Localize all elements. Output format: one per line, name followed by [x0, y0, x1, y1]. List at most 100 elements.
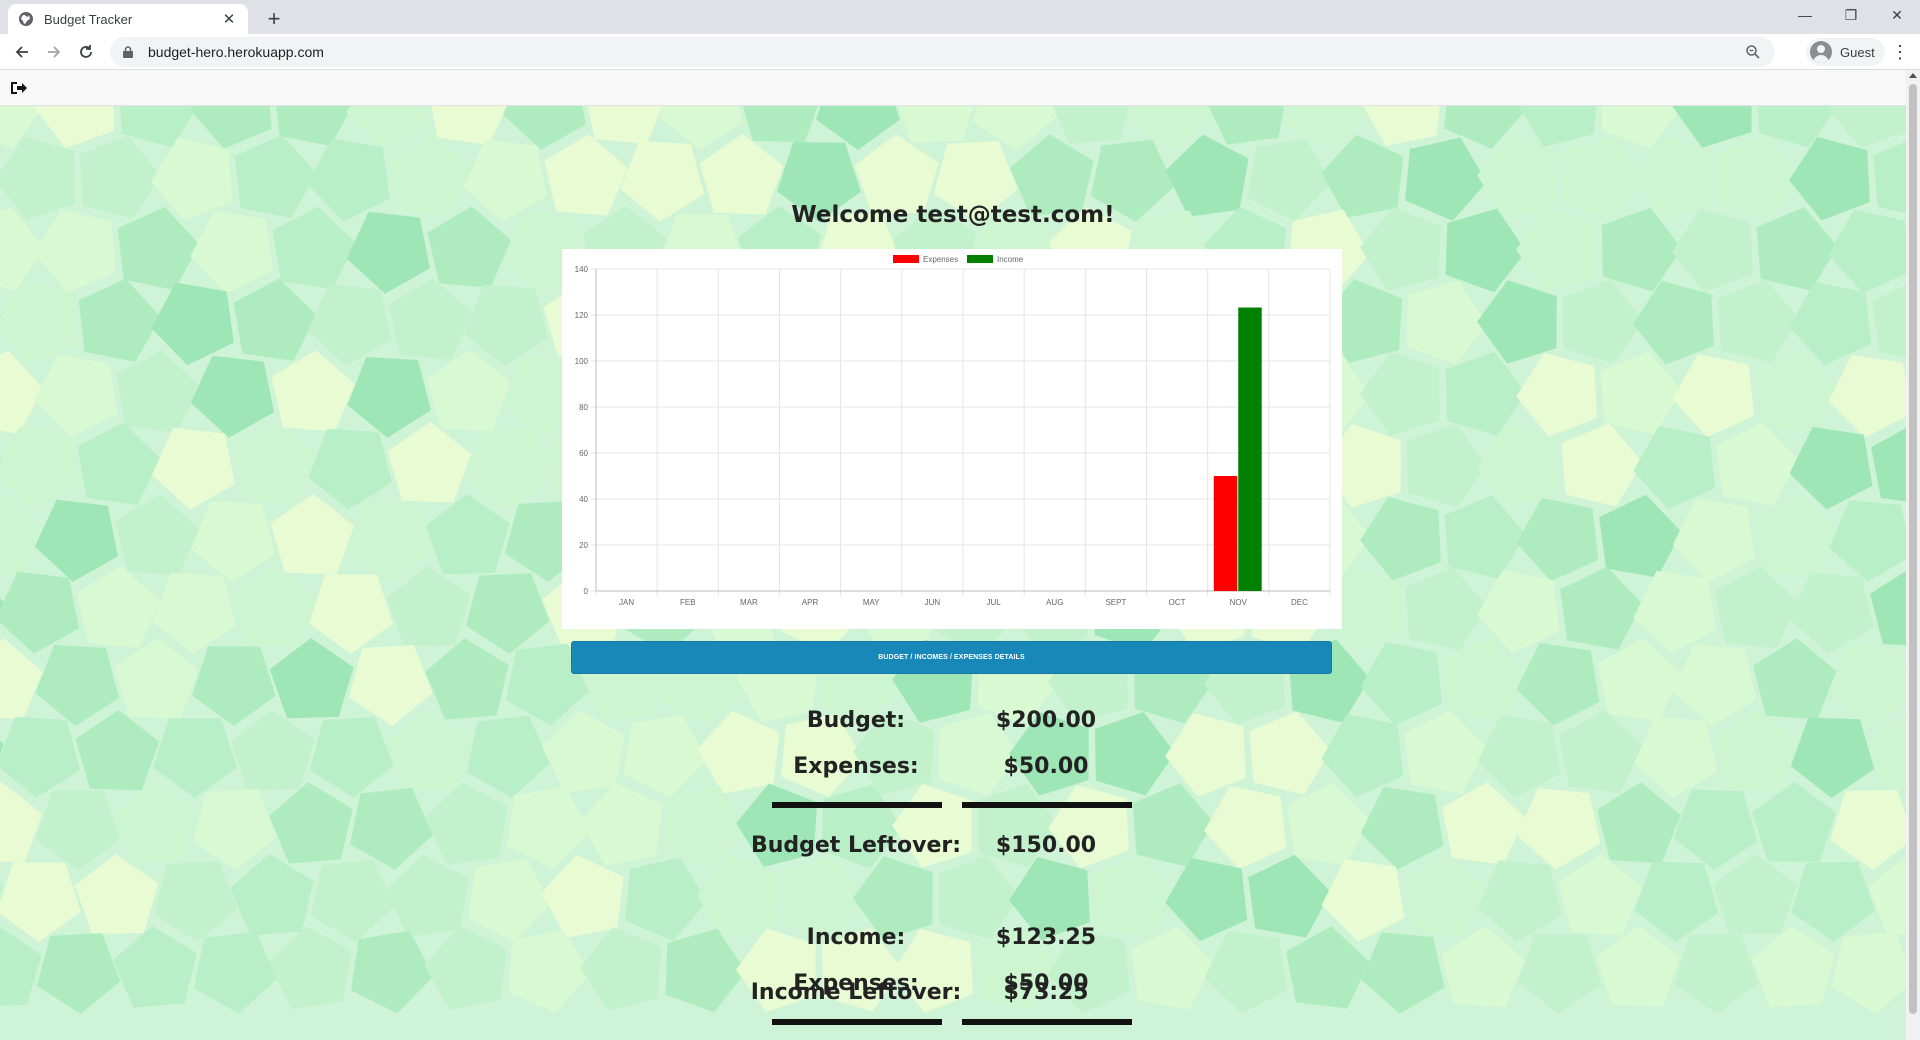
background-tile — [1559, 710, 1643, 793]
background-tile — [1829, 500, 1906, 582]
url-text[interactable]: budget-hero.herokuapp.com — [148, 44, 1743, 60]
minimize-button[interactable]: — — [1782, 0, 1828, 30]
forward-icon[interactable] — [40, 38, 68, 66]
zoom-icon[interactable] — [1743, 42, 1763, 62]
background-tile — [1830, 789, 1906, 870]
background-tile — [36, 933, 121, 1014]
background-tile — [0, 862, 81, 942]
background-tile — [309, 717, 394, 798]
background-tile — [580, 782, 663, 866]
background-tile — [233, 278, 317, 361]
background-tile — [1791, 861, 1876, 942]
logout-icon[interactable] — [10, 80, 28, 96]
background-tile — [1790, 717, 1875, 798]
background-tile — [386, 566, 471, 647]
budget-expenses-value: $50.00 — [1003, 754, 1089, 779]
y-tick-label: 0 — [584, 587, 589, 596]
browser-tab[interactable]: Budget Tracker ✕ — [8, 4, 248, 34]
background-tile — [1751, 926, 1836, 1007]
background-tile — [1360, 352, 1440, 436]
y-tick-label: 80 — [579, 403, 588, 412]
back-icon[interactable] — [8, 38, 36, 66]
background-tile — [466, 715, 551, 798]
background-tile — [1204, 785, 1287, 870]
tab-close-icon[interactable]: ✕ — [220, 10, 238, 28]
background-tile — [424, 782, 508, 865]
legend-swatch-income — [967, 255, 993, 263]
window-close-button[interactable]: ✕ — [1874, 0, 1920, 30]
x-tick-label: JUL — [986, 598, 1001, 607]
background-tile — [1403, 854, 1487, 937]
background-tile — [541, 710, 625, 793]
background-tile — [269, 638, 354, 719]
background-tile — [1165, 712, 1246, 797]
y-tick-label: 20 — [579, 541, 588, 550]
background-tile — [1405, 567, 1487, 651]
background-tile — [1445, 351, 1526, 436]
y-tick-label: 100 — [575, 357, 589, 366]
background-tile — [191, 500, 275, 582]
background-tile — [1597, 782, 1681, 864]
x-tick-label: AUG — [1046, 598, 1063, 607]
details-button[interactable]: BUDGET / INCOMES / EXPENSES DETAILS — [571, 641, 1332, 674]
background-tile — [1634, 716, 1718, 798]
background-tile — [1363, 106, 1440, 146]
x-tick-label: JAN — [619, 598, 634, 607]
background-tile — [1596, 926, 1680, 1006]
page-viewport: Welcome test@test.com! 0 20 40 60 80 100 120 14… — [0, 70, 1920, 1040]
background-tile — [190, 106, 272, 149]
background-tile — [232, 422, 316, 504]
reload-icon[interactable] — [72, 38, 100, 66]
divider-line — [962, 1019, 1132, 1025]
background-tile — [1558, 854, 1642, 936]
background-tile — [351, 930, 434, 1014]
background-tile — [1752, 782, 1836, 862]
address-bar[interactable]: budget-hero.herokuapp.com — [110, 37, 1775, 67]
page-scrollbar[interactable] — [1906, 70, 1920, 1040]
background-tile — [0, 571, 79, 654]
restore-button[interactable]: ❐ — [1828, 0, 1874, 30]
background-tile — [1716, 422, 1799, 506]
scroll-thumb[interactable] — [1909, 84, 1917, 1014]
x-tick-label: APR — [802, 598, 819, 607]
lock-icon[interactable] — [120, 44, 136, 60]
background-tile — [153, 718, 237, 798]
background-tile — [1053, 106, 1129, 144]
background-tile — [1673, 644, 1757, 726]
background-tile — [1361, 932, 1445, 1014]
background-tile — [348, 502, 432, 582]
x-tick-label: MAY — [863, 598, 880, 607]
y-tick-label: 120 — [575, 311, 589, 320]
background-tile — [1672, 353, 1755, 438]
bar-expenses — [1213, 476, 1238, 591]
background-tile — [1360, 496, 1441, 581]
background-tile — [1360, 786, 1444, 870]
background-tile — [76, 566, 160, 648]
background-tile — [1248, 854, 1331, 938]
new-tab-button[interactable]: + — [260, 5, 288, 33]
background-tile — [192, 789, 277, 870]
background-tile — [1517, 933, 1602, 1014]
tab-strip: Budget Tracker ✕ + — ❐ ✕ — [0, 0, 1920, 34]
background-tile — [309, 574, 393, 654]
legend-label: Income — [997, 255, 1024, 264]
background-tile — [270, 494, 355, 575]
background-tile — [465, 573, 550, 654]
background-tile — [0, 426, 78, 510]
background-tile — [1478, 860, 1562, 942]
background-tile — [35, 644, 119, 726]
scroll-up-icon[interactable] — [1909, 73, 1917, 78]
profile-button[interactable]: Guest — [1806, 38, 1885, 66]
background-tile — [624, 714, 707, 798]
background-tile — [1516, 497, 1599, 582]
background-tile — [75, 710, 160, 791]
background-tile — [1516, 352, 1597, 437]
divider-line — [962, 802, 1132, 808]
background-tile — [307, 283, 391, 366]
profile-label: Guest — [1840, 44, 1875, 60]
background-tile — [468, 858, 551, 942]
x-tick-label: SEPT — [1105, 598, 1126, 607]
browser-menu-icon[interactable]: ⋮ — [1888, 38, 1912, 66]
background-tile — [34, 106, 115, 149]
background-tile — [1871, 428, 1906, 502]
